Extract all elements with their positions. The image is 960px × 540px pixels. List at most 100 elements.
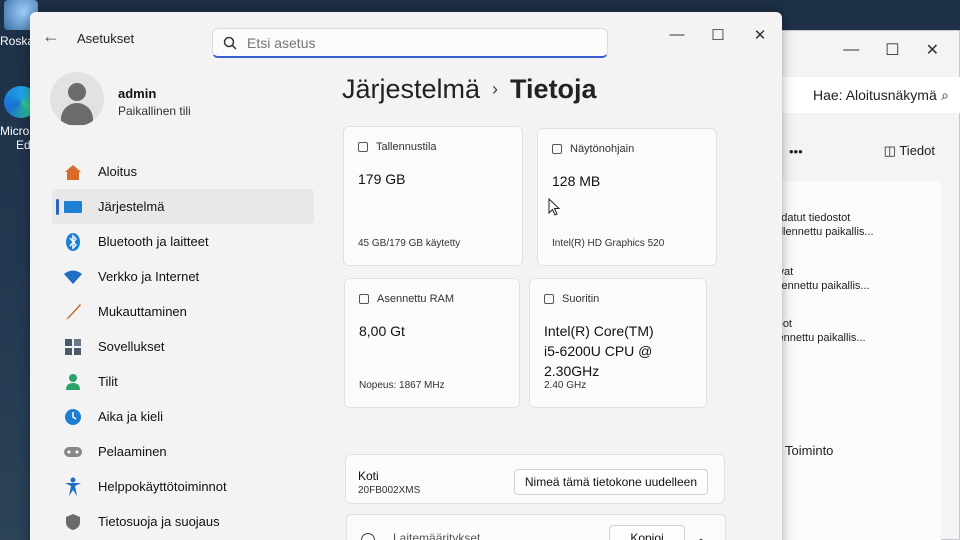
sidebar-item-bluetooth[interactable]: Bluetooth ja laitteet xyxy=(52,224,314,259)
sidebar-item-label: Tietosuoja ja suojaus xyxy=(98,514,220,529)
explorer-close-icon[interactable]: ✕ xyxy=(926,40,939,60)
explorer-maximize-icon[interactable]: ☐ xyxy=(885,40,899,60)
sidebar-item-label: Järjestelmä xyxy=(98,199,165,214)
search-icon xyxy=(223,36,237,50)
settings-window: ← Asetukset — ☐ ✕ admin Paikallinen tili… xyxy=(30,12,782,540)
explorer-minimize-icon[interactable]: — xyxy=(843,41,859,59)
details-pane-icon: ◫ xyxy=(883,143,900,158)
ram-card-title: Asennettu RAM xyxy=(377,293,455,305)
breadcrumb: Järjestelmä › Tietoja xyxy=(342,74,597,105)
sidebar-item-accessibility[interactable]: Helppokäyttötoiminnot xyxy=(52,469,314,504)
sidebar-item-time-language[interactable]: Aika ja kieli xyxy=(52,399,314,434)
sidebar-item-jarjestelma[interactable]: Järjestelmä xyxy=(52,189,314,224)
storage-value: 179 GB xyxy=(358,171,406,187)
pin-icon: 📌 xyxy=(769,239,874,253)
user-name: admin xyxy=(118,86,157,101)
info-icon xyxy=(361,533,375,540)
avatar xyxy=(50,72,104,126)
ram-card-header: Asennettu RAM xyxy=(359,293,454,305)
close-icon[interactable]: ✕ xyxy=(749,26,771,44)
copy-button[interactable]: Kopioi xyxy=(609,525,685,540)
storage-card-title: Tallennustila xyxy=(376,141,437,153)
quick-access-item[interactable]: Ladatut tiedostot Tallennettu paikallis.… xyxy=(769,211,874,253)
cpu-card[interactable]: Suoritin Intel(R) Core(TM) i5-6200U CPU … xyxy=(529,278,707,408)
gpu-model: Intel(R) HD Graphics 520 xyxy=(552,238,665,249)
explorer-search-box[interactable]: Hae: Aloitusnäkymä ⌕ xyxy=(777,77,960,113)
storage-usage: 45 GB/179 GB käytetty xyxy=(358,238,461,249)
home-icon xyxy=(62,161,84,183)
gpu-value: 128 MB xyxy=(552,173,601,189)
sidebar-item-privacy[interactable]: Tietosuoja ja suojaus xyxy=(52,504,314,539)
wifi-icon xyxy=(62,266,84,288)
rename-pc-button[interactable]: Nimeä tämä tietokone uudelleen xyxy=(513,469,708,495)
cpu-card-title: Suoritin xyxy=(562,293,600,305)
sidebar-item-gaming[interactable]: Pelaaminen xyxy=(52,434,314,469)
device-name-row: Koti 20FB002XMS Nimeä tämä tietokone uud… xyxy=(345,454,725,504)
sidebar-item-label: Pelaaminen xyxy=(98,444,167,459)
sidebar-item-accounts[interactable]: Tilit xyxy=(52,364,314,399)
gpu-icon xyxy=(552,144,562,154)
storage-card[interactable]: Tallennustila 179 GB 45 GB/179 GB käytet… xyxy=(343,126,523,266)
apps-icon xyxy=(62,336,84,358)
device-specs-title: Laitemääritykset xyxy=(393,531,481,540)
explorer-search-text: Hae: Aloitusnäkymä xyxy=(813,87,937,103)
explorer-details-label: Tiedot xyxy=(899,143,935,158)
cpu-card-header: Suoritin xyxy=(544,293,599,305)
sidebar-item-label: Aloitus xyxy=(98,164,138,179)
sidebar-item-label: Verkko ja Internet xyxy=(98,269,200,284)
minimize-icon[interactable]: — xyxy=(666,26,688,43)
device-model: 20FB002XMS xyxy=(358,485,421,496)
ram-icon xyxy=(359,294,369,304)
explorer-search-icon: ⌕ xyxy=(941,86,949,103)
storage-icon xyxy=(358,142,368,152)
cpu-icon xyxy=(544,294,554,304)
explorer-more-button[interactable]: ••• xyxy=(789,144,803,159)
brush-icon xyxy=(62,301,84,323)
explorer-command-bar: ••• ◫ Tiedot xyxy=(777,131,960,171)
mouse-cursor-icon xyxy=(548,198,561,216)
avatar-body xyxy=(61,103,93,125)
monitor-icon xyxy=(62,196,84,218)
cpu-speed: 2.40 GHz xyxy=(544,380,587,391)
page-title: Tietoja xyxy=(510,74,597,104)
sidebar-item-label: Helppokäyttötoiminnot xyxy=(98,479,227,494)
gamepad-icon xyxy=(62,441,84,463)
search-input[interactable] xyxy=(247,34,577,51)
clock-globe-icon xyxy=(62,406,84,428)
cpu-value-line: 2.30GHz xyxy=(544,363,600,379)
sidebar-item-aloitus[interactable]: Aloitus xyxy=(52,154,314,189)
sidebar-item-label: Tilit xyxy=(98,374,118,389)
cpu-value-line: Intel(R) Core(TM) xyxy=(544,323,654,339)
bluetooth-icon xyxy=(62,231,84,253)
chevron-up-icon[interactable]: ︿ xyxy=(695,529,707,540)
device-specs-row[interactable]: Laitemääritykset Kopioi ︿ xyxy=(346,514,726,540)
person-icon xyxy=(62,371,84,393)
storage-card-header: Tallennustila xyxy=(358,141,437,153)
quick-access-sub: Tallennettu paikallis... xyxy=(769,226,874,238)
breadcrumb-parent[interactable]: Järjestelmä xyxy=(342,74,480,104)
quick-access-title: Ladatut tiedostot xyxy=(769,212,851,224)
device-name: Koti xyxy=(358,469,379,483)
ram-value: 8,00 Gt xyxy=(359,323,405,339)
explorer-details-button[interactable]: ◫ Tiedot xyxy=(884,143,935,159)
sidebar-item-network[interactable]: Verkko ja Internet xyxy=(52,259,314,294)
sidebar-item-label: Sovellukset xyxy=(98,339,165,354)
gpu-card-header: Näytönohjain xyxy=(552,143,634,155)
settings-search-box[interactable] xyxy=(212,28,608,58)
sidebar-item-personalization[interactable]: Mukauttaminen xyxy=(52,294,314,329)
sidebar-item-label: Aika ja kieli xyxy=(98,409,164,424)
accessibility-icon xyxy=(62,476,84,498)
explorer-footer-label: Toiminto xyxy=(785,443,834,458)
sidebar-item-apps[interactable]: Sovellukset xyxy=(52,329,314,364)
sidebar-nav: Aloitus Järjestelmä Bluetooth ja laittee… xyxy=(52,154,314,539)
cpu-value: Intel(R) Core(TM) i5-6200U CPU @ 2.30GHz xyxy=(544,321,654,381)
sidebar-item-label: Bluetooth ja laitteet xyxy=(98,234,209,249)
back-arrow-icon[interactable]: ← xyxy=(42,26,60,47)
gpu-card-title: Näytönohjain xyxy=(570,143,635,155)
cpu-value-line: i5-6200U CPU @ xyxy=(544,343,653,359)
app-title: Asetukset xyxy=(77,31,135,46)
gpu-card[interactable]: Näytönohjain 128 MB Intel(R) HD Graphics… xyxy=(537,128,717,266)
maximize-icon[interactable]: ☐ xyxy=(707,26,729,44)
ram-card[interactable]: Asennettu RAM 8,00 Gt Nopeus: 1867 MHz xyxy=(344,278,520,408)
ram-speed: Nopeus: 1867 MHz xyxy=(359,380,445,391)
